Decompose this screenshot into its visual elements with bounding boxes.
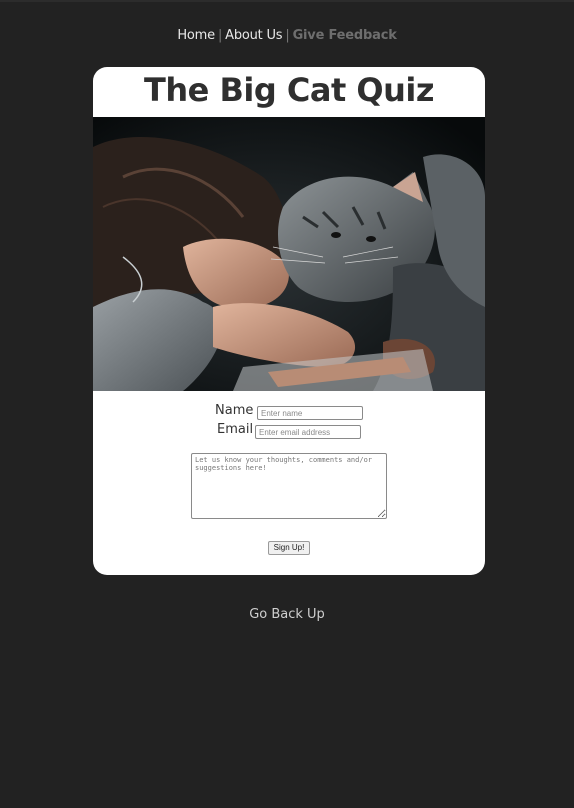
girl-with-cat-photo [93,117,485,391]
nav-link-about-us[interactable]: About Us [225,28,282,43]
top-border [0,0,574,2]
sign-up-button[interactable]: Sign Up! [268,541,310,555]
name-label: Name [215,403,254,418]
comments-textarea[interactable] [191,453,387,519]
nav-separator: | [285,28,290,43]
nav-link-home[interactable]: Home [177,28,215,43]
email-row: Email [93,422,485,440]
nav-separator: | [217,28,223,43]
email-input[interactable] [255,425,361,439]
page-title: The Big Cat Quiz [144,71,434,109]
go-back-up-link[interactable]: Go Back Up [0,607,574,622]
feedback-card: The Big Cat Quiz Name Enter name Email E… [93,67,485,575]
nav-link-give-feedback[interactable]: Give Feedback [293,28,397,43]
name-input[interactable] [257,406,363,420]
photo-illustration [93,117,485,391]
name-row: Name [93,403,485,421]
feedback-form: Name Email Sign Up! [93,391,485,575]
main-nav: Home | About Us | Give Feedback [0,28,574,43]
email-label: Email [217,422,254,437]
